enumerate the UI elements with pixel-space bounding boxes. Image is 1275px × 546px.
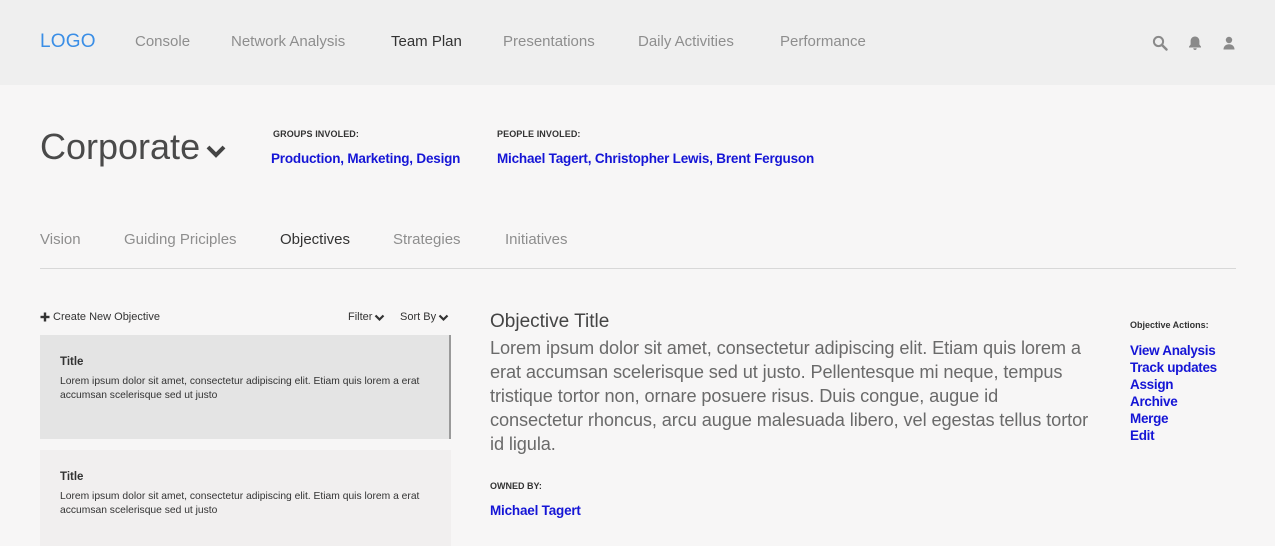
nav-link-performance[interactable]: Performance [780, 33, 866, 50]
org-selector[interactable]: Corporate [40, 126, 227, 168]
edit-link[interactable]: Edit [1130, 427, 1217, 444]
objective-card[interactable]: Title Lorem ipsum dolor sit amet, consec… [40, 450, 451, 546]
card-body: Lorem ipsum dolor sit amet, consectetur … [60, 491, 420, 516]
objective-card[interactable]: Title Lorem ipsum dolor sit amet, consec… [40, 335, 451, 439]
logo[interactable]: LOGO [40, 31, 96, 53]
card-title: Title [60, 471, 84, 483]
nav-link-daily-activities[interactable]: Daily Activities [638, 33, 734, 50]
tab-vision[interactable]: Vision [40, 231, 81, 248]
search-icon[interactable] [1152, 35, 1168, 51]
create-objective-label: Create New Objective [53, 311, 160, 323]
owned-by-value[interactable]: Michael Tagert [490, 503, 581, 518]
card-title: Title [60, 356, 84, 368]
sort-dropdown[interactable]: Sort By [400, 311, 449, 323]
chevron-down-icon [205, 140, 227, 162]
user-icon[interactable] [1221, 35, 1237, 51]
filter-label: Filter [348, 311, 373, 323]
nav-link-network-analysis[interactable]: Network Analysis [231, 33, 345, 50]
merge-link[interactable]: Merge [1130, 410, 1217, 427]
top-navbar: LOGO Console Network Analysis Team Plan … [0, 0, 1275, 85]
archive-link[interactable]: Archive [1130, 393, 1217, 410]
nav-link-presentations[interactable]: Presentations [503, 33, 595, 50]
plus-icon [40, 312, 50, 322]
tabs-divider [40, 268, 1236, 269]
track-updates-link[interactable]: Track updates [1130, 359, 1217, 376]
nav-link-console[interactable]: Console [135, 33, 190, 50]
objective-actions-label: Objective Actions: [1130, 320, 1209, 330]
view-analysis-link[interactable]: View Analysis [1130, 342, 1217, 359]
people-value[interactable]: Michael Tagert, Christopher Lewis, Brent… [497, 151, 814, 166]
chevron-down-icon [438, 312, 449, 323]
people-label: PEOPLE INVOLED: [497, 129, 581, 139]
card-body: Lorem ipsum dolor sit amet, consectetur … [60, 376, 420, 401]
tab-guiding-principles[interactable]: Guiding Priciples [124, 231, 237, 248]
objective-description: Lorem ipsum dolor sit amet, consectetur … [490, 338, 1089, 454]
tab-strategies[interactable]: Strategies [393, 231, 461, 248]
groups-label: GROUPS INVOLED: [273, 129, 360, 139]
owned-by-label: OWNED BY: [490, 481, 542, 491]
tab-objectives[interactable]: Objectives [280, 231, 350, 248]
bell-icon[interactable] [1187, 35, 1203, 51]
tab-initiatives[interactable]: Initiatives [505, 231, 568, 248]
create-objective-button[interactable]: Create New Objective [40, 311, 160, 323]
filter-dropdown[interactable]: Filter [348, 311, 385, 323]
groups-value[interactable]: Production, Marketing, Design [271, 151, 460, 166]
org-title: Corporate [40, 126, 201, 167]
sort-label: Sort By [400, 311, 437, 323]
assign-link[interactable]: Assign [1130, 376, 1217, 393]
nav-link-team-plan[interactable]: Team Plan [391, 33, 462, 50]
chevron-down-icon [374, 312, 385, 323]
objective-actions-list: View Analysis Track updates Assign Archi… [1130, 342, 1217, 444]
objective-title: Objective Title [490, 311, 610, 332]
